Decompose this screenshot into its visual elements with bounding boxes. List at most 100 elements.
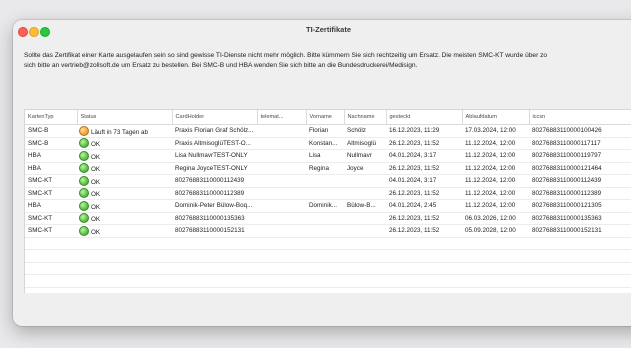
empty-cell bbox=[529, 262, 631, 275]
lastname-cell: Schölz bbox=[344, 124, 386, 138]
telematik-cell bbox=[257, 199, 306, 213]
telematik-cell bbox=[257, 137, 306, 150]
header-nachname[interactable]: Nachname bbox=[344, 110, 387, 125]
status-label: OK bbox=[91, 153, 101, 161]
empty-cell bbox=[257, 262, 306, 275]
empty-cell bbox=[344, 237, 386, 250]
table-row[interactable]: SMC-B OK Praxis AltmisoglüTEST-O... Konstan… bbox=[25, 137, 631, 150]
status-label: OK bbox=[91, 228, 101, 236]
iccsn-cell: 80276883110000135363 bbox=[529, 212, 631, 225]
telematik-cell bbox=[257, 149, 306, 163]
status-cell: OK bbox=[77, 187, 172, 200]
table-row[interactable]: SMC-B Läuft in 73 Tagen ab Praxis Florian … bbox=[25, 124, 631, 138]
header-telematik[interactable]: telemat... bbox=[257, 110, 307, 125]
card-type-cell: SMC-KT bbox=[25, 174, 77, 188]
empty-cell bbox=[257, 249, 306, 263]
expiry-cell: 17.03.2024, 12:00 bbox=[462, 124, 529, 138]
status-cell: OK bbox=[77, 149, 172, 163]
empty-cell bbox=[386, 262, 462, 275]
empty-cell bbox=[386, 249, 462, 263]
table-row[interactable]: SMC-KT OK 80276883110000135363 26.12.2023, … bbox=[25, 212, 631, 225]
cardholder-cell: 80276883110000112439 bbox=[172, 174, 257, 188]
telematik-cell bbox=[257, 224, 306, 238]
telematik-cell bbox=[257, 124, 306, 138]
iccsn-cell: 80276883110000152131 bbox=[529, 224, 631, 238]
expiry-cell: 11.12.2024, 12:00 bbox=[462, 149, 529, 163]
inserted-cell: 26.12.2023, 11:52 bbox=[386, 162, 462, 175]
expiry-cell: 11.12.2024, 12:00 bbox=[462, 137, 529, 150]
firstname-cell: Regina bbox=[306, 162, 344, 175]
ti-certificates-window: TI-Zertifikate Sollte das Zertifikat ein… bbox=[13, 20, 631, 326]
empty-cell bbox=[306, 287, 344, 293]
lastname-cell bbox=[344, 174, 386, 188]
table-row[interactable]: SMC-KT OK 80276883110000152131 26.12.2023, … bbox=[25, 224, 631, 238]
table-row[interactable]: HBA OK Lisa NullmavrTEST-ONLY Lisa Nullmavr 0… bbox=[25, 149, 631, 163]
status-label: OK bbox=[91, 191, 101, 199]
empty-cell bbox=[386, 287, 462, 293]
header-ablaufdatum[interactable]: Ablaufdatum bbox=[462, 110, 530, 125]
cardholder-cell: 80276883110000135363 bbox=[172, 212, 257, 225]
empty-cell bbox=[77, 274, 172, 288]
table-row[interactable]: SMC-KT OK 80276883110000112439 04.01.2024, … bbox=[25, 174, 631, 188]
empty-cell bbox=[25, 237, 77, 250]
ok-status-icon bbox=[79, 225, 89, 236]
table-row[interactable]: SMC-KT OK 80276883110000112389 26.12.2023, … bbox=[25, 187, 631, 200]
inserted-cell: 26.12.2023, 11:52 bbox=[386, 224, 462, 238]
empty-cell bbox=[172, 262, 257, 275]
cardholder-cell: Regina JoyceTEST-ONLY bbox=[172, 162, 257, 175]
empty-cell bbox=[462, 274, 529, 288]
header-kartentyp[interactable]: KartenTyp bbox=[25, 110, 78, 125]
empty-cell bbox=[306, 249, 344, 263]
ok-status-icon bbox=[79, 175, 89, 186]
header-vorname[interactable]: Vorname bbox=[306, 110, 345, 125]
inserted-cell: 04.01.2024, 3:17 bbox=[386, 174, 462, 188]
empty-cell bbox=[462, 262, 529, 275]
status-label: OK bbox=[91, 203, 101, 211]
empty-cell bbox=[344, 287, 386, 293]
header-iccsn[interactable]: iccsn bbox=[529, 110, 631, 125]
inserted-cell: 04.01.2024, 3:17 bbox=[386, 149, 462, 163]
inserted-cell: 26.12.2023, 11:52 bbox=[386, 137, 462, 150]
inserted-cell: 26.12.2023, 11:52 bbox=[386, 187, 462, 200]
ok-status-icon bbox=[79, 213, 89, 224]
firstname-cell bbox=[306, 187, 344, 200]
telematik-cell bbox=[257, 174, 306, 188]
empty-cell bbox=[344, 274, 386, 288]
ok-status-icon bbox=[79, 150, 89, 161]
table-header: KartenTyp Status CardHolder telemat... Vorna… bbox=[25, 110, 631, 125]
inserted-cell: 04.01.2024, 2:45 bbox=[386, 199, 462, 213]
iccsn-cell: 80276883110000112389 bbox=[529, 187, 631, 200]
table-row[interactable]: HBA OK Regina JoyceTEST-ONLY Regina Joyce 26.… bbox=[25, 162, 631, 175]
lastname-cell: Joyce bbox=[344, 162, 386, 175]
telematik-cell bbox=[257, 162, 306, 175]
card-type-cell: SMC-KT bbox=[25, 212, 77, 225]
card-type-cell: SMC-B bbox=[25, 137, 77, 150]
empty-cell bbox=[529, 287, 631, 293]
empty-cell bbox=[386, 274, 462, 288]
empty-cell bbox=[172, 274, 257, 288]
telematik-cell bbox=[257, 187, 306, 200]
status-cell: OK bbox=[77, 174, 172, 188]
card-type-cell: HBA bbox=[25, 162, 77, 175]
table-row[interactable]: HBA OK Dominik-Peter Bülow-Boq... Dominik..… bbox=[25, 199, 631, 213]
iccsn-cell: 80276883110000121464 bbox=[529, 162, 631, 175]
status-cell: Läuft in 73 Tagen ab bbox=[77, 124, 172, 138]
telematik-cell bbox=[257, 212, 306, 225]
status-cell: OK bbox=[77, 199, 172, 213]
header-status[interactable]: Status bbox=[77, 110, 173, 125]
ok-status-icon bbox=[79, 138, 89, 149]
lastname-cell: Nullmavr bbox=[344, 149, 386, 163]
header-gesteckt[interactable]: gesteckt bbox=[386, 110, 463, 125]
firstname-cell: Dominik... bbox=[306, 199, 344, 213]
ok-status-icon bbox=[79, 163, 89, 174]
cardholder-cell: Lisa NullmavrTEST-ONLY bbox=[172, 149, 257, 163]
lastname-cell bbox=[344, 224, 386, 238]
header-cardholder[interactable]: CardHolder bbox=[172, 110, 258, 125]
status-label: OK bbox=[91, 216, 101, 224]
lastname-cell: Altmisoglü bbox=[344, 137, 386, 150]
warning-status-icon bbox=[79, 125, 89, 136]
title-bar: TI-Zertifikate bbox=[13, 20, 631, 42]
inserted-cell: 26.12.2023, 11:52 bbox=[386, 212, 462, 225]
card-type-cell: SMC-B bbox=[25, 124, 77, 138]
iccsn-cell: 80276883110000117117 bbox=[529, 137, 631, 150]
